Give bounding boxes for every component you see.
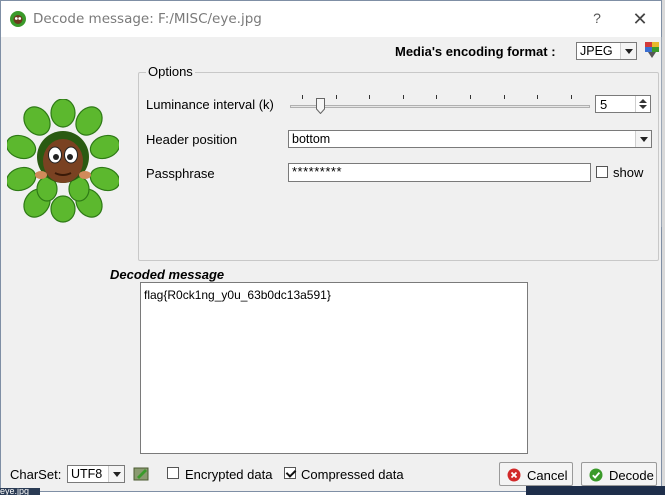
slider-tick [336, 95, 337, 99]
spin-buttons[interactable] [635, 96, 650, 112]
spin-down-icon[interactable] [639, 105, 647, 109]
check-icon [589, 468, 603, 482]
background-taskbar [526, 486, 665, 495]
decoded-message-title: Decoded message [110, 267, 225, 282]
close-button[interactable]: ✕ [629, 8, 651, 30]
spin-up-icon[interactable] [639, 99, 647, 103]
chevron-down-icon [620, 43, 636, 59]
divider [661, 37, 662, 227]
charset-value: UTF8 [71, 467, 103, 481]
encrypted-data-checkbox[interactable] [167, 467, 179, 479]
options-legend: Options [146, 64, 195, 79]
cancel-button-label: Cancel [527, 468, 568, 483]
slider-tick [504, 95, 505, 99]
decode-button[interactable]: Decode [581, 462, 657, 486]
slider-tick [470, 95, 471, 99]
slider-tick [537, 95, 538, 99]
decoded-message-textarea[interactable]: flag{R0ck1ng_y0u_63b0dc13a591} [140, 282, 528, 454]
cancel-button[interactable]: Cancel [499, 462, 573, 486]
palette-icon[interactable] [645, 42, 659, 58]
header-position-select[interactable]: bottom [288, 130, 652, 148]
slider-tick [571, 95, 572, 99]
slider-tick [302, 95, 303, 99]
slider-tick [403, 95, 404, 99]
show-passphrase-checkbox[interactable] [596, 166, 608, 178]
compressed-data-checkbox[interactable] [284, 467, 296, 479]
app-logo-icon [10, 11, 26, 27]
charset-edit-icon[interactable] [133, 465, 149, 481]
passphrase-value: ********* [292, 164, 343, 179]
luminance-interval-label: Luminance interval (k) [146, 97, 274, 112]
encoding-format-value: JPEG [580, 44, 613, 58]
encoding-format-select[interactable]: JPEG [576, 42, 637, 60]
luminance-interval-value: 5 [600, 97, 608, 112]
luminance-slider[interactable] [290, 105, 590, 108]
title-bar: Decode message: F:/MISC/eye.jpg ? ✕ [1, 1, 661, 37]
mascot-logo [7, 99, 119, 223]
decoded-message-text: flag{R0ck1ng_y0u_63b0dc13a591} [144, 288, 331, 302]
chevron-down-icon [635, 131, 651, 147]
luminance-interval-spinbox[interactable]: 5 [595, 95, 651, 113]
encoding-format-label: Media's encoding format : [395, 44, 556, 59]
decode-button-label: Decode [609, 468, 654, 483]
passphrase-label: Passphrase [146, 166, 215, 181]
slider-tick [369, 95, 370, 99]
compressed-data-label: Compressed data [301, 467, 404, 482]
charset-label: CharSet: [10, 467, 62, 482]
window-title: Decode message: F:/MISC/eye.jpg [33, 11, 262, 27]
charset-select[interactable]: UTF8 [67, 465, 125, 483]
cancel-icon [507, 468, 521, 482]
header-position-label: Header position [146, 132, 238, 147]
show-passphrase-label: show [613, 165, 644, 180]
luminance-slider-handle[interactable] [316, 98, 325, 114]
chevron-down-icon [108, 466, 124, 482]
encrypted-data-label: Encrypted data [185, 467, 273, 482]
decode-dialog: Decode message: F:/MISC/eye.jpg ? ✕ Medi… [0, 0, 662, 492]
slider-tick [436, 95, 437, 99]
help-button[interactable]: ? [587, 8, 607, 28]
background-file-label: eye.jpg [0, 488, 40, 495]
passphrase-input[interactable]: ********* [288, 163, 591, 182]
header-position-value: bottom [292, 132, 331, 146]
